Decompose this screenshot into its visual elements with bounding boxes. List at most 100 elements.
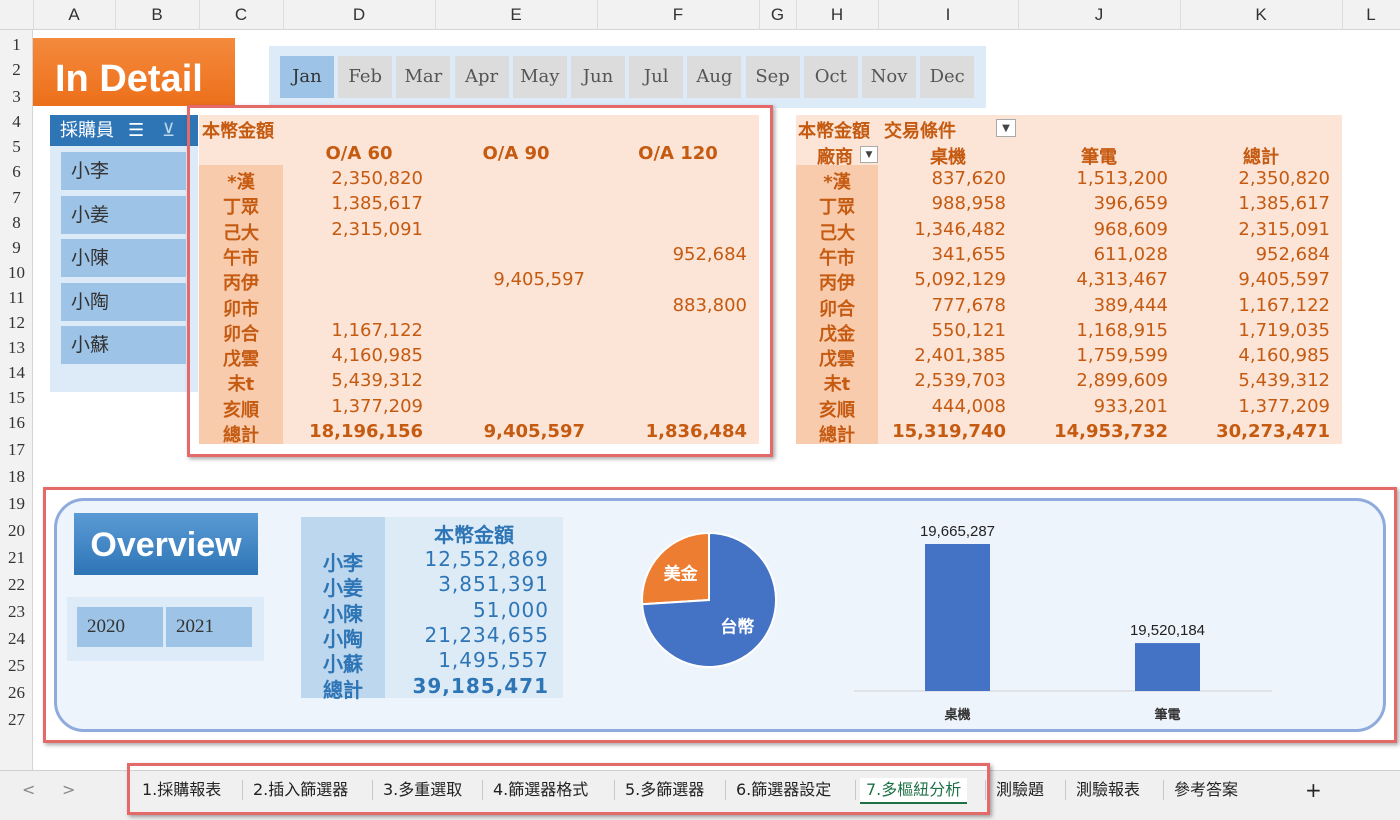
year-button-2020[interactable]: 2020 bbox=[77, 607, 163, 647]
column-header-J[interactable]: J bbox=[1018, 0, 1181, 30]
row-header-17[interactable]: 17 bbox=[0, 440, 33, 460]
row-header-26[interactable]: 26 bbox=[0, 683, 33, 703]
bar-chart[interactable]: 19,665,287 桌機 19,520,184 筆電 bbox=[840, 510, 1290, 730]
tab-prev-button[interactable]: < bbox=[22, 778, 35, 802]
column-header-G[interactable]: G bbox=[759, 0, 797, 30]
row-header-14[interactable]: 14 bbox=[0, 363, 33, 383]
select-all-corner[interactable] bbox=[0, 0, 34, 30]
row-header-5[interactable]: 5 bbox=[0, 137, 33, 157]
row-header-19[interactable]: 19 bbox=[0, 494, 33, 514]
row-header-15[interactable]: 15 bbox=[0, 388, 33, 408]
tab-next-button[interactable]: > bbox=[62, 778, 75, 802]
overview-value: 21,234,655 bbox=[424, 622, 549, 647]
month-button-jul[interactable]: Jul bbox=[629, 56, 684, 98]
row-header-9[interactable]: 9 bbox=[0, 238, 33, 258]
month-button-mar[interactable]: Mar bbox=[396, 56, 451, 98]
pivot2-row-label[interactable]: 未t bbox=[796, 370, 878, 396]
overview-title: Overview bbox=[74, 513, 258, 575]
buyer-item-1[interactable]: 小姜 bbox=[61, 195, 186, 234]
pivot2-col-header-2[interactable]: 總計 bbox=[1180, 143, 1342, 169]
row-header-21[interactable]: 21 bbox=[0, 548, 33, 568]
filter-dropdown-icon[interactable]: ▼ bbox=[996, 119, 1016, 137]
buyer-item-0[interactable]: 小李 bbox=[61, 152, 186, 190]
pivot2-cell: 396,659 bbox=[1093, 193, 1168, 215]
row-header-18[interactable]: 18 bbox=[0, 467, 33, 487]
pivot2-cell: 550,121 bbox=[931, 319, 1006, 341]
row-header-16[interactable]: 16 bbox=[0, 413, 33, 433]
row-header-13[interactable]: 13 bbox=[0, 338, 33, 358]
add-sheet-button[interactable]: + bbox=[1305, 778, 1322, 802]
month-button-sep[interactable]: Sep bbox=[745, 56, 800, 98]
row-header-4[interactable]: 4 bbox=[0, 112, 33, 132]
pivot2-row-label[interactable]: 丁眾 bbox=[796, 193, 878, 219]
pivot2-row-label[interactable]: 午市 bbox=[796, 244, 878, 270]
bar-1[interactable] bbox=[1135, 643, 1200, 691]
pivot2-row-label[interactable]: 丙伊 bbox=[796, 269, 878, 295]
row-header-1[interactable]: 1 bbox=[0, 35, 33, 55]
column-header-I[interactable]: I bbox=[878, 0, 1019, 30]
month-button-aug[interactable]: Aug bbox=[687, 56, 742, 98]
column-header-H[interactable]: H bbox=[796, 0, 879, 30]
buyer-item-3[interactable]: 小陶 bbox=[61, 282, 186, 321]
column-header-D[interactable]: D bbox=[283, 0, 436, 30]
row-header-11[interactable]: 11 bbox=[0, 288, 33, 308]
sheet-tab-8[interactable]: 測驗報表 bbox=[1076, 778, 1140, 802]
column-header-C[interactable]: C bbox=[199, 0, 284, 30]
month-button-feb[interactable]: Feb bbox=[338, 56, 393, 98]
month-button-dec[interactable]: Dec bbox=[920, 56, 975, 98]
pie-chart[interactable]: 美金台幣 bbox=[620, 515, 800, 685]
bar-0[interactable] bbox=[925, 544, 990, 691]
month-button-nov[interactable]: Nov bbox=[862, 56, 916, 98]
multi-select-icon[interactable]: ☰ bbox=[128, 115, 144, 146]
pivot2-row-label[interactable]: 己大 bbox=[796, 219, 878, 245]
pivot2-row-label[interactable]: *漢 bbox=[796, 168, 878, 194]
pivot2-cell: 5,092,129 bbox=[914, 269, 1006, 291]
month-button-oct[interactable]: Oct bbox=[803, 56, 858, 98]
row-header-23[interactable]: 23 bbox=[0, 602, 33, 622]
row-header-20[interactable]: 20 bbox=[0, 521, 33, 541]
pivot2-row-label[interactable]: 亥順 bbox=[796, 396, 878, 422]
row-header-25[interactable]: 25 bbox=[0, 656, 33, 676]
pivot2-cell: 4,160,985 bbox=[1238, 345, 1330, 367]
month-button-jan[interactable]: Jan bbox=[280, 56, 334, 98]
pivot2-cell: 5,439,312 bbox=[1238, 370, 1330, 392]
pivot2-cell: 9,405,597 bbox=[1238, 269, 1330, 291]
column-header-L[interactable]: L bbox=[1342, 0, 1400, 30]
column-header-A[interactable]: A bbox=[33, 0, 116, 30]
row-header-7[interactable]: 7 bbox=[0, 188, 33, 208]
bar-value-label-0: 19,665,287 bbox=[920, 523, 995, 540]
column-header-F[interactable]: F bbox=[597, 0, 760, 30]
column-header-E[interactable]: E bbox=[435, 0, 598, 30]
clear-filter-icon[interactable]: ⊻ bbox=[162, 115, 175, 146]
pivot2-cell: 952,684 bbox=[1255, 243, 1330, 265]
year-button-2021[interactable]: 2021 bbox=[166, 607, 252, 647]
month-button-jun[interactable]: Jun bbox=[571, 56, 625, 98]
pivot2-row-label[interactable]: 戊金 bbox=[796, 320, 878, 346]
row-header-8[interactable]: 8 bbox=[0, 213, 33, 233]
column-header-B[interactable]: B bbox=[115, 0, 200, 30]
pivot2-cell: 988,958 bbox=[931, 193, 1006, 215]
month-button-may[interactable]: May bbox=[512, 56, 567, 98]
sheet-tab-9[interactable]: 參考答案 bbox=[1174, 778, 1238, 802]
row-header-3[interactable]: 3 bbox=[0, 87, 33, 107]
row-header-27[interactable]: 27 bbox=[0, 710, 33, 730]
pivot2-row-label[interactable]: 卯合 bbox=[796, 295, 878, 321]
pivot2-cell: 1,385,617 bbox=[1238, 193, 1330, 215]
sheet-tab-7[interactable]: 測驗題 bbox=[996, 778, 1044, 802]
month-button-apr[interactable]: Apr bbox=[454, 56, 509, 98]
row-header-2[interactable]: 2 bbox=[0, 60, 33, 80]
buyer-item-4[interactable]: 小蘇 bbox=[61, 326, 186, 364]
pivot2-row-label[interactable]: 戊雲 bbox=[796, 345, 878, 371]
bar-value-label-1: 19,520,184 bbox=[1130, 622, 1205, 639]
row-header-6[interactable]: 6 bbox=[0, 162, 33, 182]
pivot2-col-header-1[interactable]: 筆電 bbox=[1018, 143, 1180, 169]
row-header-12[interactable]: 12 bbox=[0, 313, 33, 333]
pivot2-col-header-0[interactable]: 桌機 bbox=[878, 143, 1018, 169]
buyer-item-2[interactable]: 小陳 bbox=[61, 239, 186, 277]
column-header-K[interactable]: K bbox=[1180, 0, 1343, 30]
filter-applied-icon[interactable]: ▼ bbox=[860, 146, 878, 163]
bar-category-label-1: 筆電 bbox=[1154, 707, 1180, 723]
row-header-10[interactable]: 10 bbox=[0, 263, 33, 283]
row-header-24[interactable]: 24 bbox=[0, 629, 33, 649]
row-header-22[interactable]: 22 bbox=[0, 575, 33, 595]
